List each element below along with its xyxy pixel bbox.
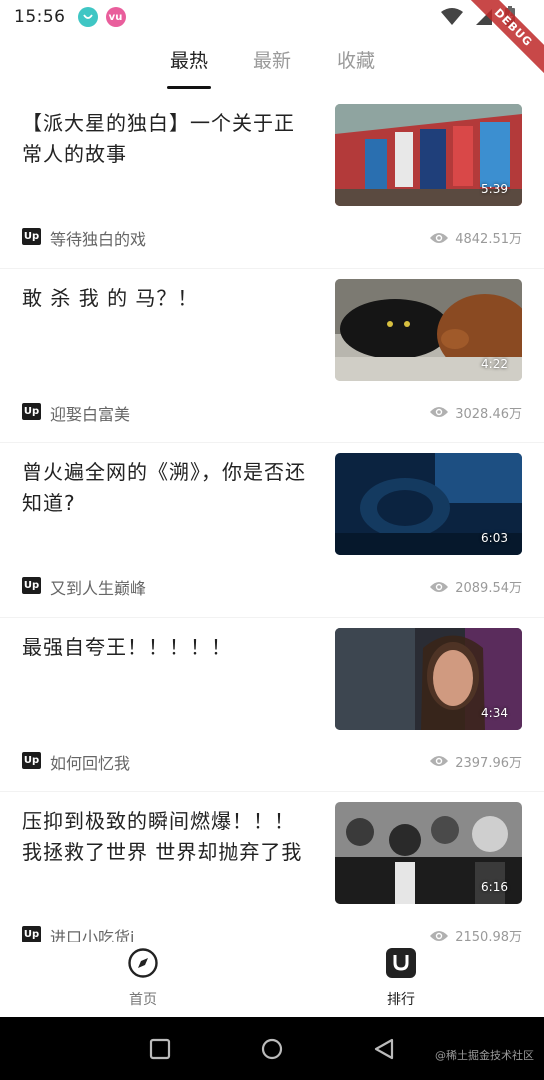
up-badge: Up xyxy=(22,402,41,420)
rank-icon xyxy=(386,948,416,978)
video-title: 最强自夸王！！！！！ xyxy=(22,634,232,659)
video-thumbnail[interactable]: 6:16 xyxy=(335,802,522,904)
video-title: 敢 杀 我 的 马？！ xyxy=(22,285,199,310)
tab-indicator xyxy=(167,86,211,89)
video-card[interactable]: 【派大星的独白】一个关于正常人的故事 5:39 Up 等待独白的戏 4842.5… xyxy=(0,94,544,269)
app-screen: 15:56 vu DEBUG 最热 最新 收藏 【派大星的独白】一个关于正常人的… xyxy=(0,0,544,1080)
eye-icon xyxy=(430,232,449,243)
tab-latest[interactable]: 最新 xyxy=(248,46,296,86)
nav-rank-label: 排行 xyxy=(387,992,415,1008)
video-thumbnail[interactable]: 4:34 xyxy=(335,627,522,730)
video-duration: 4:22 xyxy=(481,356,508,371)
up-badge: Up xyxy=(22,577,41,594)
eye-icon xyxy=(430,756,449,766)
notification-app-icon xyxy=(77,7,98,27)
back-icon[interactable] xyxy=(372,1037,396,1061)
view-count: 4842.51万 xyxy=(429,228,522,247)
status-time: 15:56 xyxy=(14,7,66,27)
home-icon[interactable] xyxy=(260,1037,284,1061)
tab-hot[interactable]: 最热 xyxy=(165,46,213,86)
video-title: 曾火遍全网的《溯》，你是否还知道? xyxy=(22,460,306,515)
video-duration: 5:39 xyxy=(481,182,508,196)
watermark: @稀土掘金技术社区 xyxy=(435,1049,534,1062)
tab-favorites[interactable]: 收藏 xyxy=(332,46,380,86)
wifi-icon xyxy=(441,7,463,25)
nav-rank[interactable]: 排行 xyxy=(361,947,441,1009)
compass-icon xyxy=(128,948,158,978)
video-card[interactable]: 曾火遍全网的《溯》，你是否还知道? 6:03 Up 又到人生巅峰 2089.54… xyxy=(0,443,544,618)
view-count-text: 2089.54万 xyxy=(455,581,522,596)
author-name[interactable]: 又到人生巅峰 xyxy=(50,575,146,599)
view-count: 3028.46万 xyxy=(429,403,522,422)
nav-home[interactable]: 首页 xyxy=(103,947,183,1009)
video-list: 【派大星的独白】一个关于正常人的故事 5:39 Up 等待独白的戏 4842.5… xyxy=(0,94,544,967)
video-thumbnail[interactable]: 4:22 xyxy=(335,278,522,381)
video-card[interactable]: 最强自夸王！！！！！ 4:34 Up 如何回忆我 2397.96万 xyxy=(0,618,544,792)
status-bar: 15:56 vu DEBUG xyxy=(0,0,544,82)
up-badge: Up xyxy=(22,926,41,943)
nav-home-label: 首页 xyxy=(129,992,157,1008)
view-count-text: 4842.51万 xyxy=(455,232,522,247)
video-card[interactable]: 敢 杀 我 的 马？！ 4:22 Up 迎娶白富美 3028.46万 xyxy=(0,269,544,443)
bottom-navigation: 首页 排行 xyxy=(0,942,544,1017)
view-count-text: 3028.46万 xyxy=(455,406,522,422)
video-title: 压抑到极致的瞬间燃爆！！！我拯救了世界 世界却抛弃了我 xyxy=(22,809,303,864)
author-name[interactable]: 等待独白的戏 xyxy=(50,226,146,250)
author-name[interactable]: 如何回忆我 xyxy=(50,750,130,774)
view-count: 2089.54万 xyxy=(429,577,522,596)
video-thumbnail[interactable]: 5:39 xyxy=(335,104,522,206)
up-badge: Up xyxy=(22,228,41,245)
video-duration: 6:16 xyxy=(481,880,508,894)
notification-vu-icon: vu xyxy=(105,7,126,27)
eye-icon xyxy=(430,930,449,941)
author-name[interactable]: 迎娶白富美 xyxy=(50,401,130,425)
eye-icon xyxy=(430,407,449,417)
video-thumbnail[interactable]: 6:03 xyxy=(335,453,522,555)
video-duration: 4:34 xyxy=(481,705,508,720)
view-count: 2397.96万 xyxy=(429,752,522,771)
video-title: 【派大星的独白】一个关于正常人的故事 xyxy=(22,111,295,166)
eye-icon xyxy=(430,581,449,592)
video-card[interactable]: 压抑到极致的瞬间燃爆！！！我拯救了世界 世界却抛弃了我 6:16 Up 进口小吃… xyxy=(0,792,544,967)
up-badge: Up xyxy=(22,751,41,769)
tab-bar: 最热 最新 收藏 xyxy=(0,40,544,94)
video-duration: 6:03 xyxy=(481,531,508,545)
view-count-text: 2397.96万 xyxy=(455,755,522,771)
recent-apps-icon[interactable] xyxy=(148,1037,172,1061)
system-navigation-bar: @稀土掘金技术社区 xyxy=(0,1017,544,1080)
